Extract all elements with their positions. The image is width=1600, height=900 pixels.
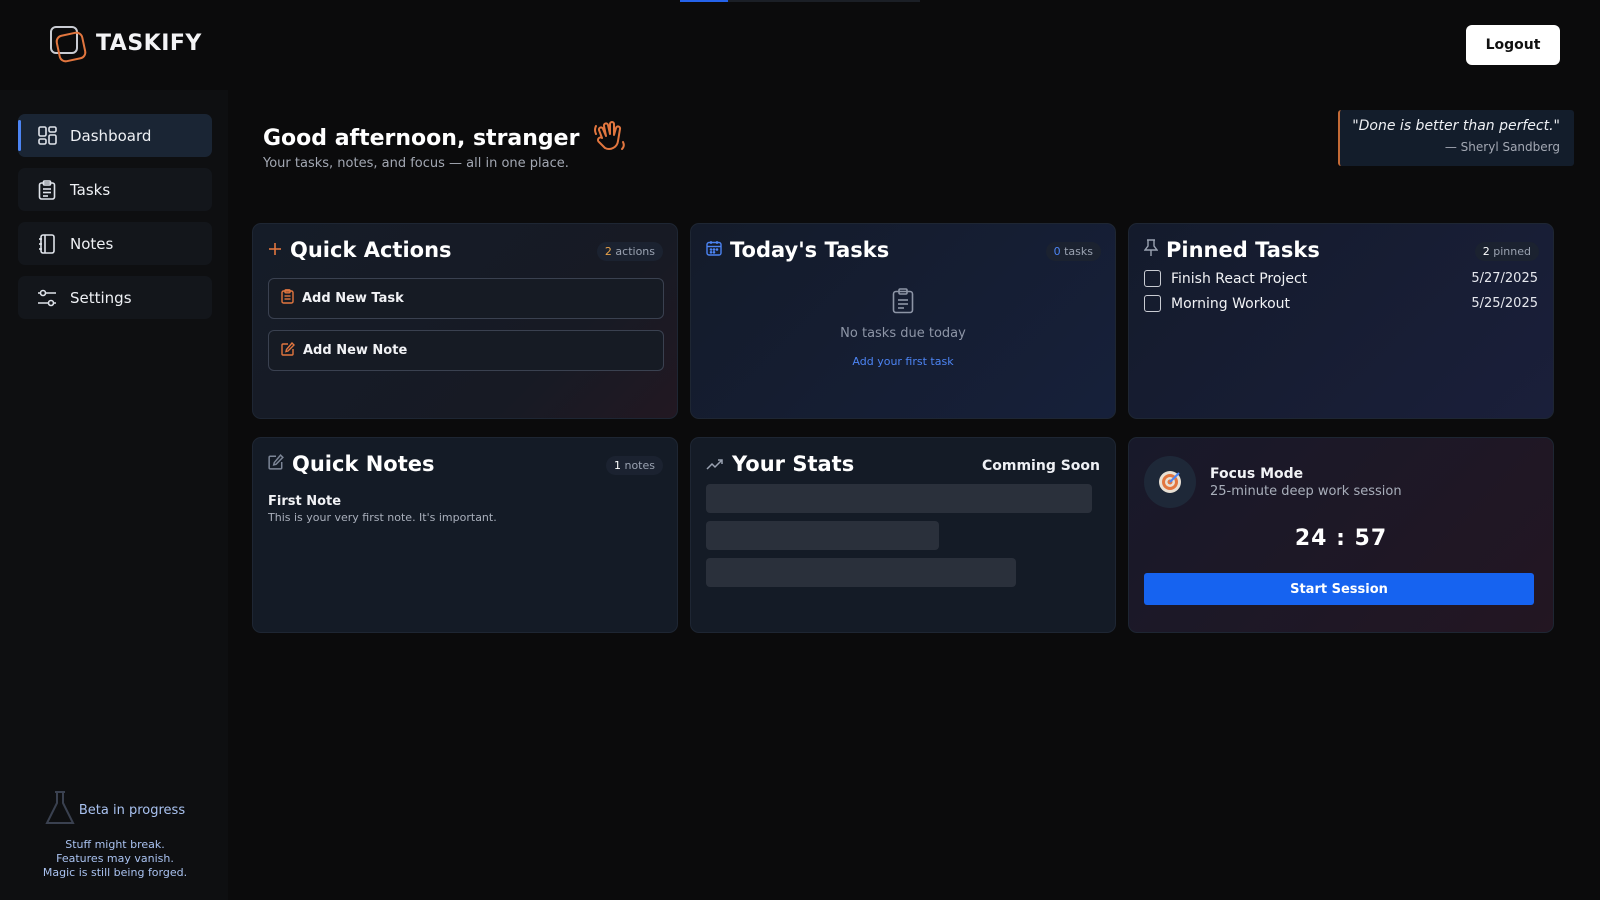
add-new-task-button[interactable]: Add New Task — [268, 278, 664, 319]
notes-count-badge: 1 notes — [605, 456, 663, 475]
sidebar-item-label: Notes — [70, 234, 114, 253]
beta-notice: Beta in progress Stuff might break. Feat… — [18, 790, 212, 880]
flask-icon — [45, 790, 75, 830]
pinned-task-label: Morning Workout — [1171, 295, 1291, 312]
skeleton-bar — [706, 521, 939, 550]
main-content: Good afternoon, stranger Your tasks, not… — [238, 90, 1600, 900]
note-title[interactable]: First Note — [268, 494, 662, 509]
skeleton-bar — [706, 484, 1092, 513]
quote-text: "Done is better than perfect." — [1352, 118, 1560, 134]
plus-icon — [268, 241, 282, 260]
sidebar-item-settings[interactable]: Settings — [18, 276, 212, 319]
beta-line: Stuff might break. — [65, 838, 165, 851]
logout-button[interactable]: Logout — [1466, 25, 1560, 65]
edit-note-icon — [281, 341, 295, 360]
focus-mode-card: Focus Mode 25-minute deep work session 2… — [1128, 437, 1554, 633]
add-new-note-label: Add New Note — [303, 343, 408, 358]
start-session-button[interactable]: Start Session — [1144, 573, 1534, 605]
waving-hand-icon — [593, 120, 627, 156]
focus-subtitle: 25-minute deep work session — [1210, 483, 1402, 499]
sidebar-item-label: Tasks — [70, 180, 111, 199]
quote-author: — Sheryl Sandberg — [1444, 140, 1560, 154]
pinned-count-badge: 2 pinned — [1474, 242, 1539, 261]
add-first-task-link[interactable]: Add your first task — [852, 355, 953, 368]
card-title: Quick Notes — [292, 452, 435, 476]
your-stats-card: Your Stats Comming Soon — [690, 437, 1116, 633]
page-subtitle: Your tasks, notes, and focus — all in on… — [263, 156, 569, 171]
notebook-icon — [36, 233, 58, 255]
edit-note-icon — [268, 454, 284, 474]
coming-soon-label: Comming Soon — [981, 458, 1100, 474]
empty-state-text: No tasks due today — [840, 326, 966, 341]
pinned-task-label: Finish React Project — [1171, 270, 1308, 287]
quick-notes-card: Quick Notes 1 notes First Note This is y… — [252, 437, 678, 633]
note-body: This is your very first note. It's impor… — [268, 511, 497, 524]
add-new-note-button[interactable]: Add New Note — [268, 330, 664, 371]
actions-count-badge: 2 actions — [596, 242, 663, 261]
todays-tasks-card: Today's Tasks 0 tasks No tasks due today… — [690, 223, 1116, 419]
target-icon — [1144, 456, 1196, 508]
add-new-task-label: Add New Task — [302, 291, 404, 306]
task-checkbox[interactable] — [1144, 270, 1161, 287]
app-name: TASKIFY — [96, 30, 202, 56]
calendar-icon — [706, 240, 722, 260]
card-title: Pinned Tasks — [1166, 238, 1320, 262]
clipboard-list-icon — [892, 288, 914, 318]
beta-line: Features may vanish. — [56, 852, 174, 865]
dashboard-grid-icon — [36, 125, 58, 147]
sidebar-item-label: Dashboard — [70, 126, 152, 145]
sidebar-item-label: Settings — [70, 288, 132, 307]
sidebar: Dashboard Tasks Notes Settings Beta in p… — [0, 90, 228, 900]
trending-up-icon — [706, 455, 724, 474]
logo-icon — [48, 24, 88, 64]
pinned-task-date: 5/25/2025 — [1471, 296, 1538, 311]
pin-icon — [1143, 239, 1159, 261]
page-load-progress — [680, 0, 920, 2]
focus-timer: 24 : 57 — [1294, 526, 1388, 551]
clipboard-list-icon — [36, 179, 58, 201]
empty-state: No tasks due today Add your first task — [706, 288, 1100, 368]
card-title: Your Stats — [732, 452, 855, 476]
beta-title: Beta in progress — [78, 802, 186, 818]
clipboard-icon — [281, 289, 294, 308]
sidebar-item-tasks[interactable]: Tasks — [18, 168, 212, 211]
sliders-icon — [36, 287, 58, 309]
sidebar-item-dashboard[interactable]: Dashboard — [18, 114, 212, 157]
task-checkbox[interactable] — [1144, 295, 1161, 312]
pinned-task-row: Morning Workout 5/25/2025 — [1144, 295, 1538, 312]
card-title: Today's Tasks — [730, 238, 890, 262]
beta-line: Magic is still being forged. — [42, 866, 188, 879]
pinned-task-date: 5/27/2025 — [1471, 271, 1538, 286]
sidebar-nav: Dashboard Tasks Notes Settings — [18, 114, 212, 319]
sidebar-item-notes[interactable]: Notes — [18, 222, 212, 265]
card-title: Quick Actions — [290, 238, 452, 262]
page-load-progress-fill — [680, 0, 728, 2]
page-title: Good afternoon, stranger — [263, 125, 580, 151]
app-logo[interactable]: TASKIFY — [48, 24, 202, 64]
pinned-task-row: Finish React Project 5/27/2025 — [1144, 270, 1538, 287]
pinned-tasks-card: Pinned Tasks 2 pinned Finish React Proje… — [1128, 223, 1554, 419]
quick-actions-card: Quick Actions 2 actions Add New Task Add… — [252, 223, 678, 419]
quote-box: "Done is better than perfect." — Sheryl … — [1338, 110, 1574, 166]
tasks-count-badge: 0 tasks — [1045, 242, 1101, 261]
focus-title: Focus Mode — [1210, 465, 1304, 482]
skeleton-bar — [706, 558, 1016, 587]
